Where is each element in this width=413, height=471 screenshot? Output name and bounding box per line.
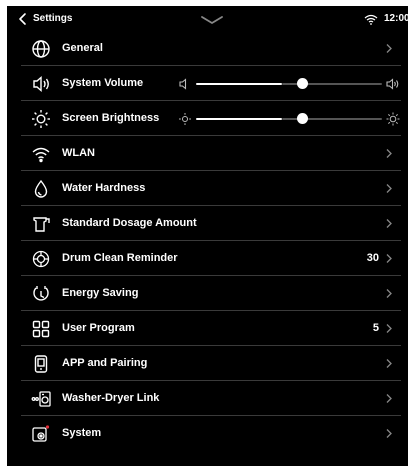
detergent-icon xyxy=(31,214,51,234)
settings-item-label: Washer-Dryer Link xyxy=(62,392,160,404)
brightness-low-icon xyxy=(178,112,192,126)
settings-screen: Settings 12:00 General System Volume Scr… xyxy=(7,6,408,466)
brightness-slider[interactable] xyxy=(178,109,400,129)
settings-item-user-program[interactable]: User Program 5 xyxy=(21,311,401,346)
settings-item-label: Energy Saving xyxy=(62,287,139,299)
settings-item-screen-brightness: Screen Brightness xyxy=(21,101,401,136)
system-settings-icon xyxy=(31,424,51,444)
drum-clean-icon xyxy=(31,249,51,269)
volume-slider[interactable] xyxy=(178,74,400,94)
settings-item-label: General xyxy=(62,42,103,54)
settings-item-label: Drum Clean Reminder xyxy=(62,252,178,264)
settings-item-general[interactable]: General xyxy=(21,31,401,66)
settings-item-drum-clean-reminder[interactable]: Drum Clean Reminder 30 xyxy=(21,241,401,276)
grid-icon xyxy=(31,319,51,339)
drum-clean-reminder-value: 30 xyxy=(366,252,379,264)
settings-item-label: User Program xyxy=(62,322,135,334)
user-program-count: 5 xyxy=(372,322,379,334)
settings-item-label: System xyxy=(62,427,102,439)
volume-low-icon xyxy=(178,77,192,91)
back-icon[interactable] xyxy=(17,12,29,26)
chevron-right-icon xyxy=(385,323,393,334)
settings-item-wlan[interactable]: WLAN xyxy=(21,136,401,171)
settings-item-label: Standard Dosage Amount xyxy=(62,217,197,229)
speaker-icon xyxy=(31,74,51,94)
chevron-right-icon xyxy=(385,253,393,264)
washer-link-icon xyxy=(31,389,51,409)
volume-high-icon xyxy=(386,77,400,91)
chevron-right-icon xyxy=(385,428,393,439)
wifi-status-icon xyxy=(364,14,378,25)
settings-item-label: System Volume xyxy=(62,77,144,89)
settings-item-label: Water Hardness xyxy=(62,182,146,194)
pull-down-handle-icon[interactable] xyxy=(200,15,224,25)
settings-item-label: WLAN xyxy=(62,147,95,159)
volume-slider-fill xyxy=(196,83,282,85)
brightness-high-icon xyxy=(386,112,400,126)
chevron-right-icon xyxy=(385,393,393,404)
settings-item-water-hardness[interactable]: Water Hardness xyxy=(21,171,401,206)
settings-item-label: Screen Brightness xyxy=(62,112,160,124)
phone-icon xyxy=(31,354,51,374)
settings-item-standard-dosage-amount[interactable]: Standard Dosage Amount xyxy=(21,206,401,241)
sun-icon xyxy=(31,109,51,129)
wifi-icon xyxy=(31,144,51,164)
chevron-right-icon xyxy=(385,218,393,229)
chevron-right-icon xyxy=(385,148,393,159)
notification-dot xyxy=(45,425,50,429)
settings-item-system[interactable]: System xyxy=(21,416,401,451)
settings-item-label: APP and Pairing xyxy=(62,357,148,369)
chevron-right-icon xyxy=(385,288,393,299)
chevron-right-icon xyxy=(385,358,393,369)
brightness-slider-thumb[interactable] xyxy=(297,113,308,124)
volume-slider-thumb[interactable] xyxy=(297,78,308,89)
energy-saving-icon xyxy=(31,284,51,304)
chevron-right-icon xyxy=(385,43,393,54)
globe-icon xyxy=(31,39,51,59)
settings-item-washer-dryer-link[interactable]: Washer-Dryer Link xyxy=(21,381,401,416)
brightness-slider-fill xyxy=(196,118,282,120)
settings-item-app-and-pairing[interactable]: APP and Pairing xyxy=(21,346,401,381)
chevron-right-icon xyxy=(385,183,393,194)
page-title: Settings xyxy=(33,13,73,24)
settings-item-energy-saving[interactable]: Energy Saving xyxy=(21,276,401,311)
water-drop-icon xyxy=(31,179,51,199)
settings-item-system-volume: System Volume xyxy=(21,66,401,101)
clock: 12:00 xyxy=(384,13,408,24)
status-bar: Settings 12:00 xyxy=(7,6,408,32)
